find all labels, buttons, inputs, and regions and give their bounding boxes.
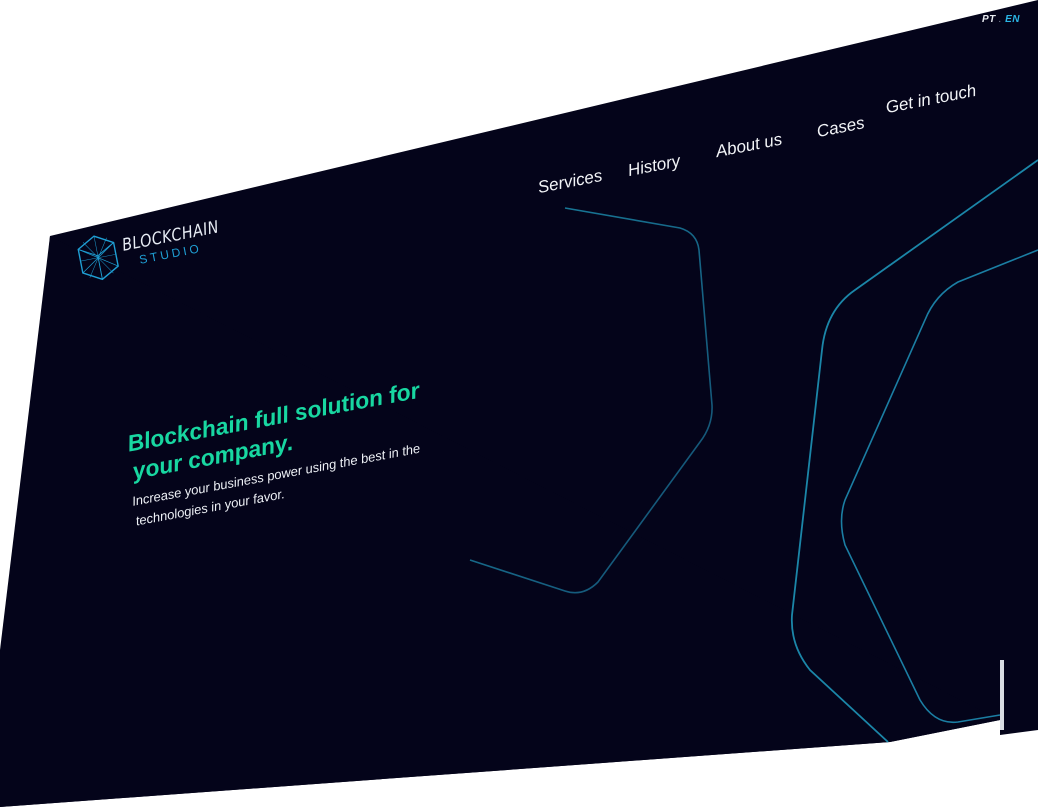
lang-pt[interactable]: PT (982, 14, 996, 25)
hero-background (0, 0, 1038, 807)
panel-edge (1000, 660, 1004, 730)
page-screenshot: PT. EN Services History About us Cases Ge… (0, 0, 1038, 807)
language-switcher: PT. EN (982, 14, 1020, 25)
lang-separator: . (998, 14, 1003, 25)
polyhedron-logo-icon (77, 235, 119, 281)
lang-en[interactable]: EN (1005, 14, 1020, 25)
